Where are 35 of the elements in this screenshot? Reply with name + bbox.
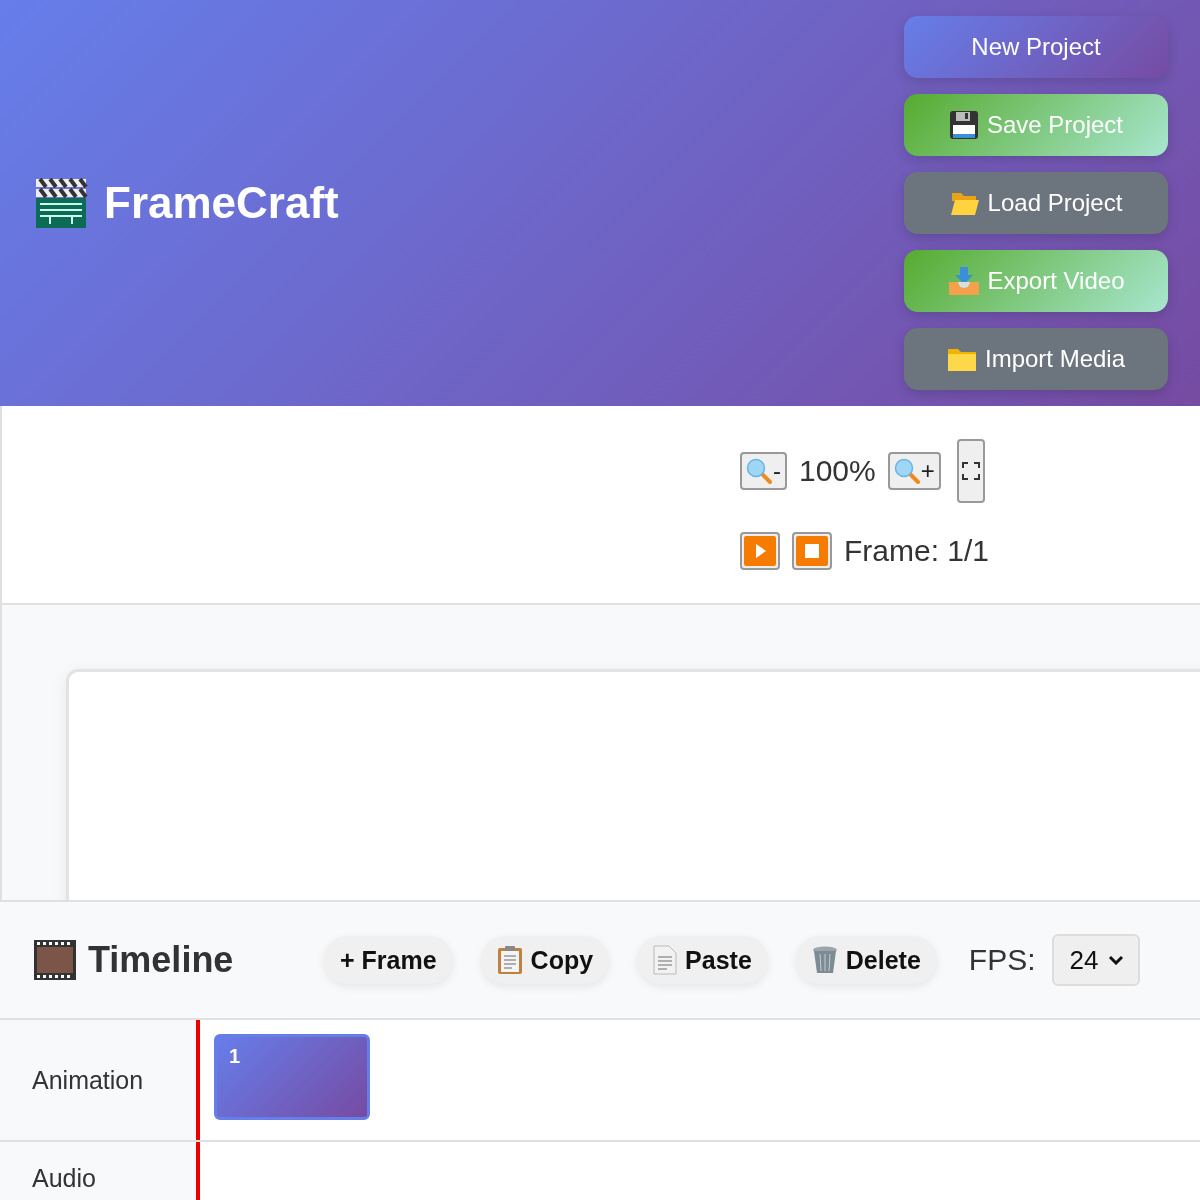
timeline-button[interactable]: Copy: [480, 936, 610, 984]
download-tray-icon: [947, 266, 980, 296]
magnifier-icon: [893, 458, 920, 484]
open-folder-icon: [949, 190, 980, 216]
fps-select[interactable]: 24: [1051, 934, 1140, 986]
zoom-in-button[interactable]: +: [887, 452, 941, 490]
fullscreen-button[interactable]: [956, 439, 985, 503]
fps-label: FPS:: [968, 943, 1036, 977]
timeline-title: Timeline: [88, 939, 235, 981]
document-icon: [653, 945, 678, 975]
play-icon: [744, 536, 776, 566]
zoom-out-button[interactable]: -: [740, 452, 787, 490]
project-button[interactable]: Import Media: [904, 328, 1168, 390]
timeline-button[interactable]: Delete: [795, 936, 937, 984]
timeline-button[interactable]: + Frame: [324, 936, 453, 984]
frame-thumbnail[interactable]: 1: [214, 1034, 370, 1120]
play-button[interactable]: [740, 532, 780, 570]
stop-icon: [796, 536, 828, 566]
track-label: Audio: [32, 1164, 96, 1193]
frame-counter: Frame: 1/1: [844, 534, 990, 568]
trash-can-icon: [811, 945, 838, 975]
stop-button[interactable]: [792, 532, 832, 570]
magnifier-icon: [746, 458, 772, 484]
app-title: FrameCraft: [104, 178, 339, 228]
chevron-down-icon: [1107, 955, 1124, 965]
timeline-button[interactable]: Paste: [637, 936, 768, 984]
film-strip-icon: [34, 940, 76, 980]
project-button[interactable]: New Project: [904, 16, 1168, 78]
project-button[interactable]: Load Project: [904, 172, 1168, 234]
clipboard-icon: [496, 945, 523, 975]
folder-icon: [946, 346, 977, 372]
clapperboard-icon: [34, 177, 88, 229]
track-label: Animation: [32, 1065, 144, 1095]
fullscreen-icon: [961, 462, 980, 480]
zoom-level: 100%: [799, 454, 876, 488]
